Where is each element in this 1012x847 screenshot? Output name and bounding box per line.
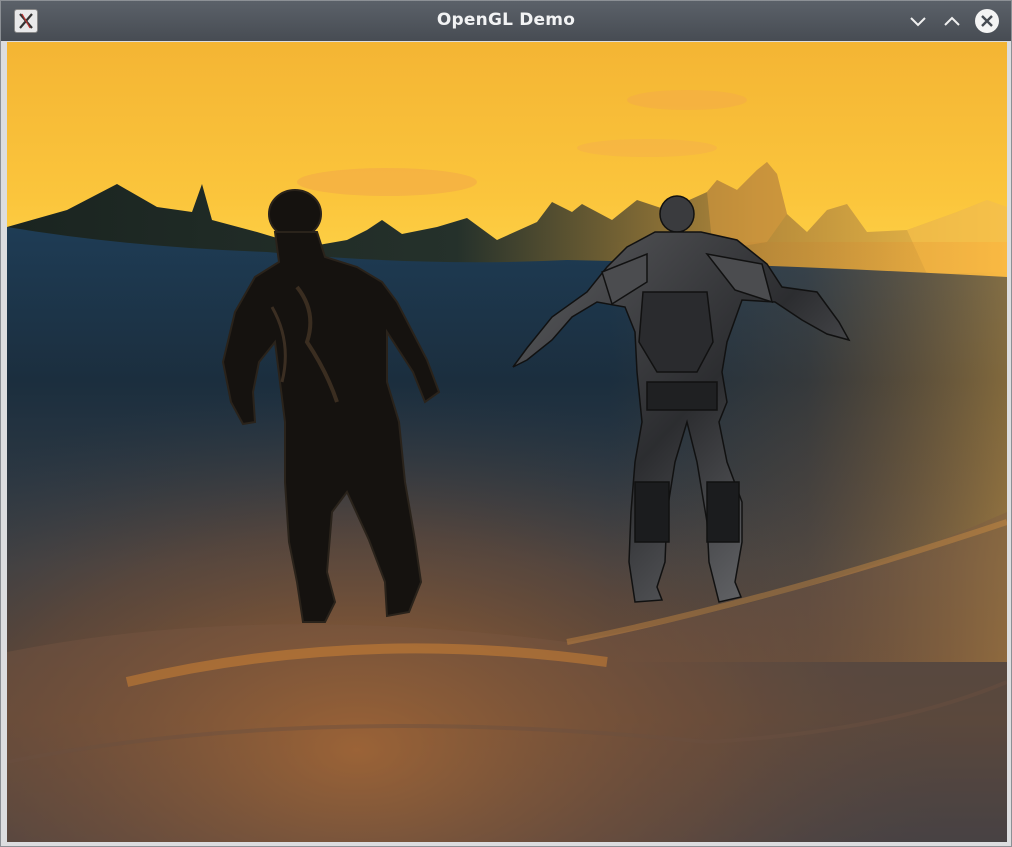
- chevron-up-icon: [944, 16, 960, 26]
- close-button[interactable]: [975, 9, 999, 33]
- app-window: OpenGL Demo: [0, 0, 1012, 847]
- minimize-button[interactable]: [906, 9, 930, 33]
- opengl-viewport[interactable]: [7, 42, 1007, 842]
- window-title: OpenGL Demo: [436, 10, 576, 30]
- title-bar[interactable]: OpenGL Demo: [1, 1, 1011, 41]
- close-icon: [981, 15, 993, 27]
- chevron-down-icon: [910, 17, 926, 27]
- maximize-button[interactable]: [940, 9, 964, 33]
